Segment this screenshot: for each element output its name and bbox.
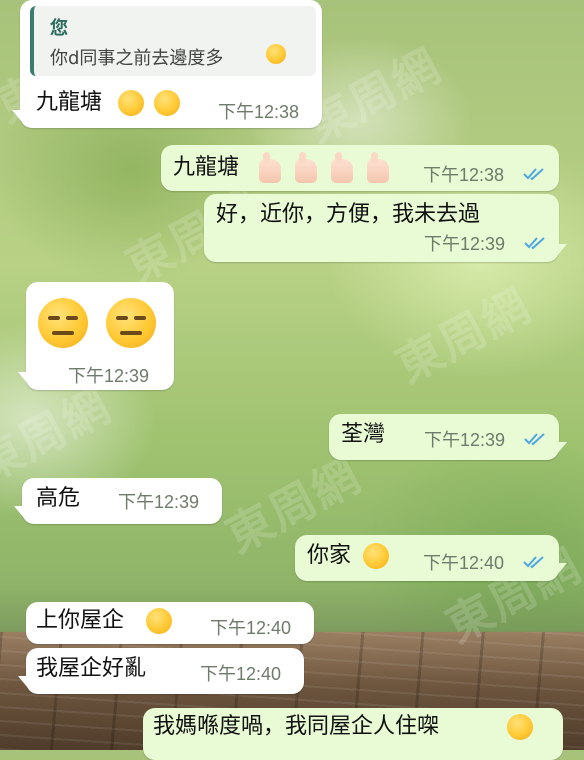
thumbs-up-emoji bbox=[295, 152, 317, 183]
message-timestamp: 下午12:40 bbox=[423, 553, 505, 573]
thumbs-up-emoji bbox=[259, 152, 281, 183]
message-timestamp: 下午12:40 bbox=[200, 664, 282, 684]
expressionless-emoji bbox=[38, 298, 88, 348]
outgoing-message-bubble[interactable]: 好，近你，方便，我未去過 下午12:39 bbox=[204, 194, 567, 262]
thumbs-up-emoji bbox=[331, 152, 353, 183]
grinning-sweat-emoji bbox=[507, 714, 533, 740]
message-text: 九龍塘 bbox=[36, 90, 103, 115]
message-text: 荃灣 bbox=[341, 422, 386, 447]
message-timestamp: 下午12:39 bbox=[118, 492, 200, 512]
incoming-message-bubble[interactable]: 高危 下午12:39 bbox=[14, 478, 222, 524]
message-timestamp: 下午12:38 bbox=[423, 165, 505, 185]
message-text: 九龍塘 bbox=[173, 155, 240, 180]
message-text: 上你屋企 bbox=[36, 608, 125, 633]
outgoing-message-bubble[interactable]: 我媽喺度喎，我同屋企人住㗎 bbox=[143, 708, 563, 760]
watermark-logo: 東周網 bbox=[387, 278, 540, 394]
read-receipt-icon bbox=[523, 556, 544, 569]
quoted-message-text: 你d同事之前去邊度多 bbox=[50, 48, 224, 69]
rolling-laughing-emoji bbox=[154, 90, 180, 116]
message-timestamp: 下午12:39 bbox=[424, 234, 506, 254]
incoming-message-bubble[interactable]: 您 你d同事之前去邊度多 九龍塘 下午12:38 bbox=[12, 0, 322, 128]
monocle-face-emoji bbox=[363, 543, 389, 569]
message-text: 我媽喺度喎，我同屋企人住㗎 bbox=[153, 714, 440, 739]
message-text: 高危 bbox=[36, 486, 81, 511]
incoming-message-bubble[interactable]: 下午12:39 bbox=[18, 282, 174, 390]
message-timestamp: 下午12:38 bbox=[218, 102, 300, 122]
relieved-face-emoji bbox=[266, 44, 286, 64]
read-receipt-icon bbox=[524, 237, 545, 250]
outgoing-message-bubble[interactable]: 荃灣 下午12:39 bbox=[329, 414, 567, 460]
outgoing-message-bubble[interactable]: 你家 下午12:40 bbox=[295, 535, 567, 581]
incoming-message-bubble[interactable]: 我屋企好亂 下午12:40 bbox=[18, 648, 304, 694]
rolling-laughing-emoji bbox=[146, 608, 172, 634]
message-timestamp: 下午12:40 bbox=[210, 618, 292, 638]
message-text: 我屋企好亂 bbox=[36, 656, 147, 681]
outgoing-message-bubble[interactable]: 九龍塘 下午12:38 bbox=[161, 145, 559, 191]
quoted-sender-name: 您 bbox=[50, 18, 68, 39]
quoted-reply[interactable]: 您 你d同事之前去邊度多 bbox=[30, 6, 316, 76]
message-text: 你家 bbox=[307, 543, 352, 568]
expressionless-emoji bbox=[106, 298, 156, 348]
read-receipt-icon bbox=[523, 168, 544, 181]
read-receipt-icon bbox=[524, 433, 545, 446]
thumbs-up-emoji bbox=[367, 152, 389, 183]
message-timestamp: 下午12:39 bbox=[68, 366, 150, 386]
message-text: 好，近你，方便，我未去過 bbox=[216, 202, 481, 227]
incoming-message-bubble[interactable]: 上你屋企 下午12:40 bbox=[26, 602, 314, 644]
rolling-laughing-emoji bbox=[118, 90, 144, 116]
message-timestamp: 下午12:39 bbox=[424, 430, 506, 450]
